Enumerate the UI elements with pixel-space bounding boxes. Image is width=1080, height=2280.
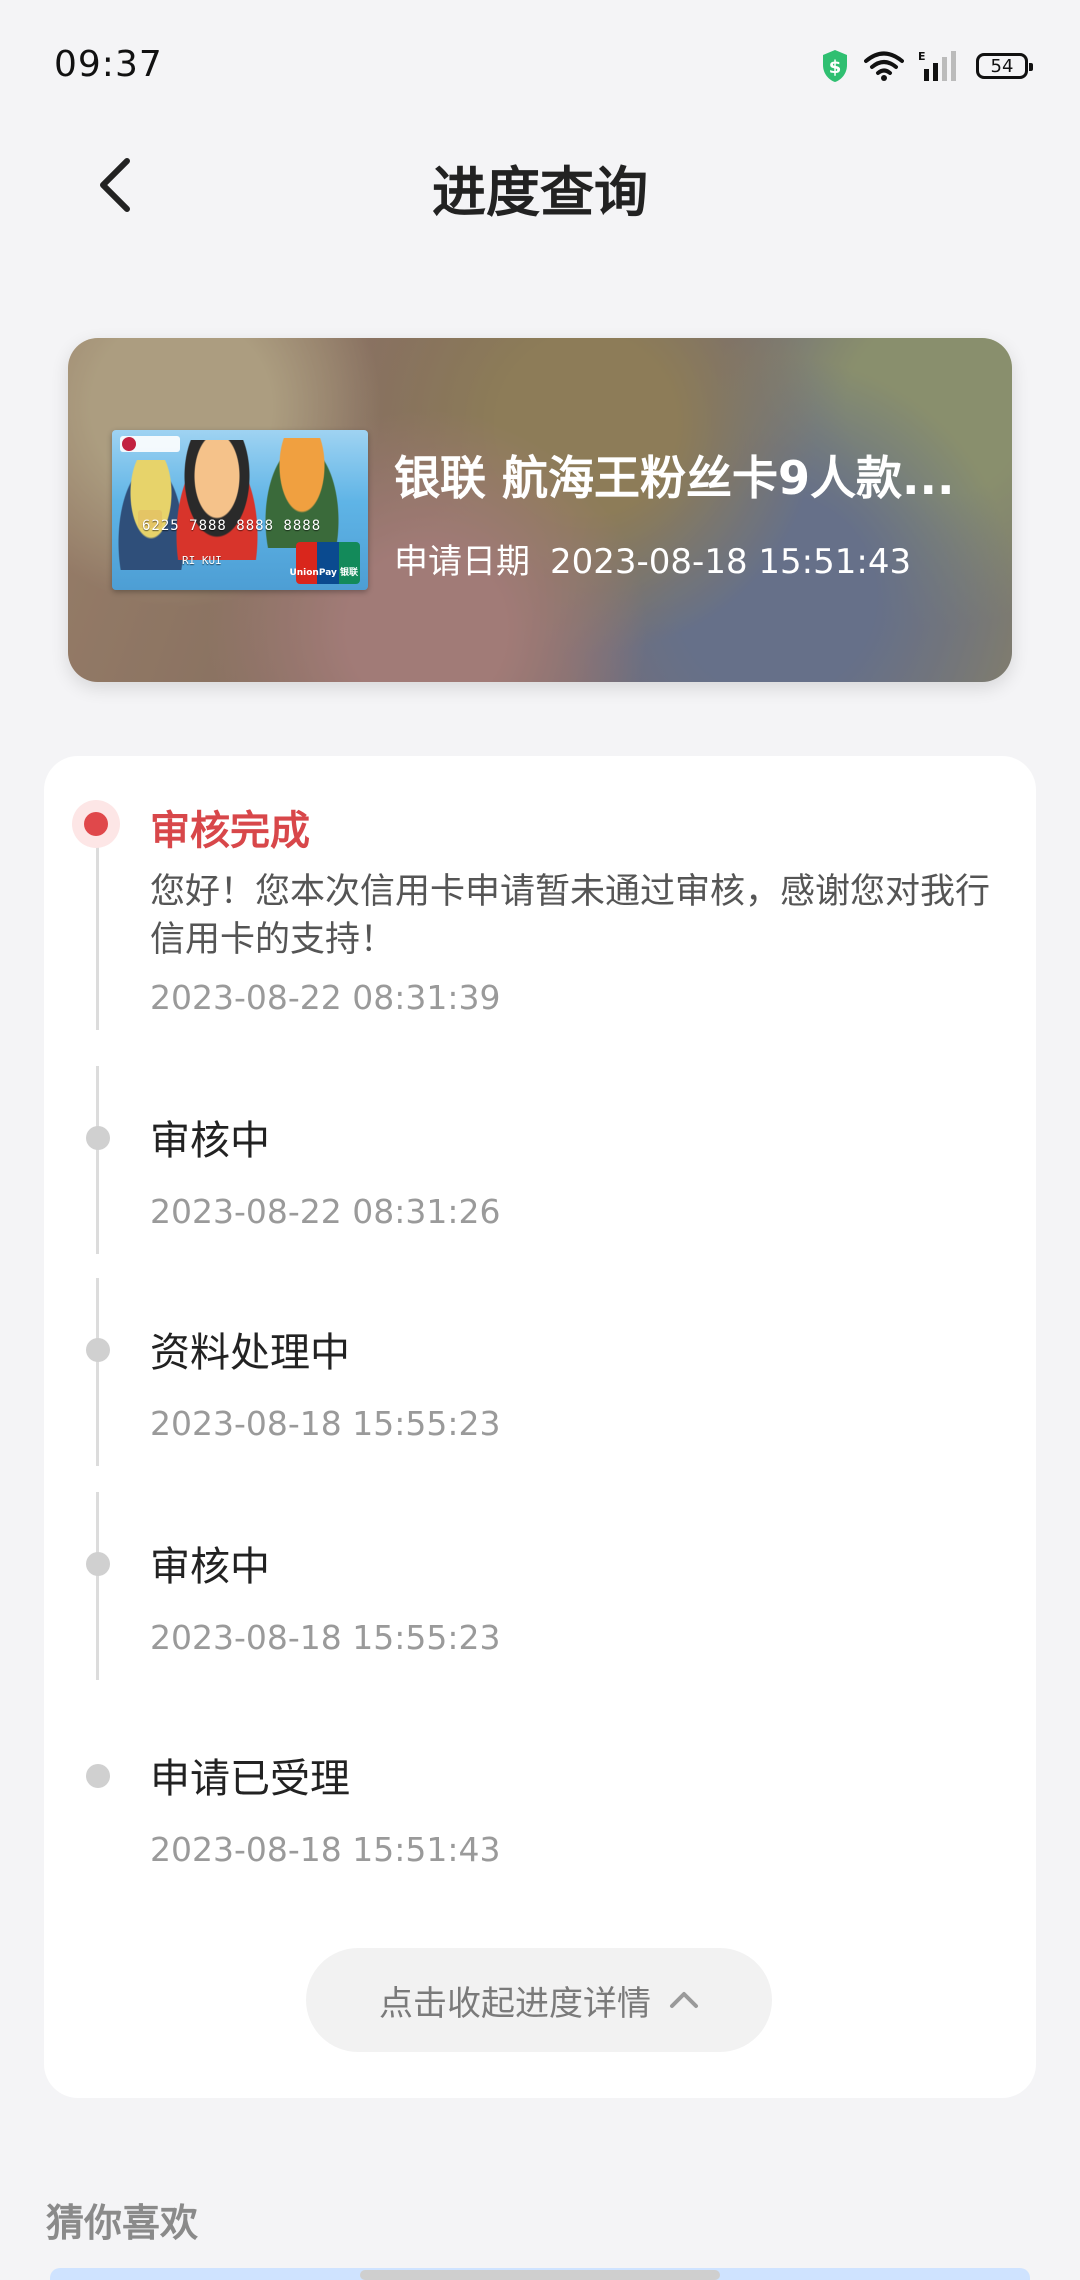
card-image: 6225 7888 8888 8888 RI KUI UnionPay 银联 — [112, 430, 368, 590]
progress-timeline-card: 审核完成 您好！您本次信用卡申请暂未通过审核，感谢您对我行信用卡的支持！ 202… — [44, 756, 1036, 2098]
card-info-banner[interactable]: 6225 7888 8888 8888 RI KUI UnionPay 银联 银… — [68, 338, 1012, 682]
status-bar: 09:37 $ E 54 — [0, 0, 1080, 130]
active-step-dot — [72, 800, 120, 848]
step-time: 2023-08-18 15:55:23 — [150, 1404, 501, 1443]
page-title: 进度查询 — [432, 161, 648, 224]
navbar: 进度查询 — [0, 130, 1080, 240]
step-time: 2023-08-18 15:55:23 — [150, 1618, 501, 1657]
status-time: 09:37 — [54, 44, 163, 85]
step-title: 审核中 — [150, 1544, 270, 1590]
shield-dollar-icon: $ — [823, 50, 847, 82]
recommend-section-title: 猜你喜欢 — [46, 2201, 199, 2245]
chevron-up-icon — [670, 1992, 698, 2008]
step-title: 审核中 — [150, 1118, 270, 1164]
svg-text:$: $ — [829, 57, 842, 78]
collapse-details-label: 点击收起进度详情 — [379, 1983, 651, 2024]
battery-icon: 54 — [976, 53, 1033, 79]
apply-date-label: 申请日期 — [394, 542, 530, 582]
step-description: 您好！您本次信用卡申请暂未通过审核，感谢您对我行信用卡的支持！ — [150, 872, 991, 960]
wifi-icon — [864, 51, 904, 81]
home-indicator — [360, 2270, 720, 2280]
timeline-connector — [96, 1492, 99, 1680]
status-icons: $ E 54 — [820, 46, 1033, 86]
timeline-connector — [96, 1066, 99, 1254]
step-dot — [86, 1338, 110, 1362]
step-title: 审核完成 — [150, 808, 310, 854]
svg-text:E: E — [918, 50, 926, 63]
step-title: 资料处理中 — [150, 1330, 350, 1376]
step-dot — [86, 1764, 110, 1788]
step-time: 2023-08-22 08:31:39 — [150, 978, 501, 1017]
step-time: 2023-08-22 08:31:26 — [150, 1192, 501, 1231]
step-title: 申请已受理 — [150, 1756, 350, 1802]
step-dot — [86, 1126, 110, 1150]
timeline-connector — [96, 1278, 99, 1466]
signal-icon: E — [918, 50, 956, 81]
apply-date-value: 2023-08-18 15:51:43 — [550, 542, 912, 582]
bank-logo — [120, 436, 180, 452]
step-time: 2023-08-18 15:51:43 — [150, 1830, 501, 1869]
collapse-details-button[interactable]: 点击收起进度详情 — [306, 1948, 772, 2052]
timeline-connector — [96, 840, 99, 1030]
step-dot — [86, 1552, 110, 1576]
apply-date: 申请日期 2023-08-18 15:51:43 — [394, 534, 911, 583]
card-name: 银联 航海王粉丝卡9人款... — [394, 451, 955, 505]
